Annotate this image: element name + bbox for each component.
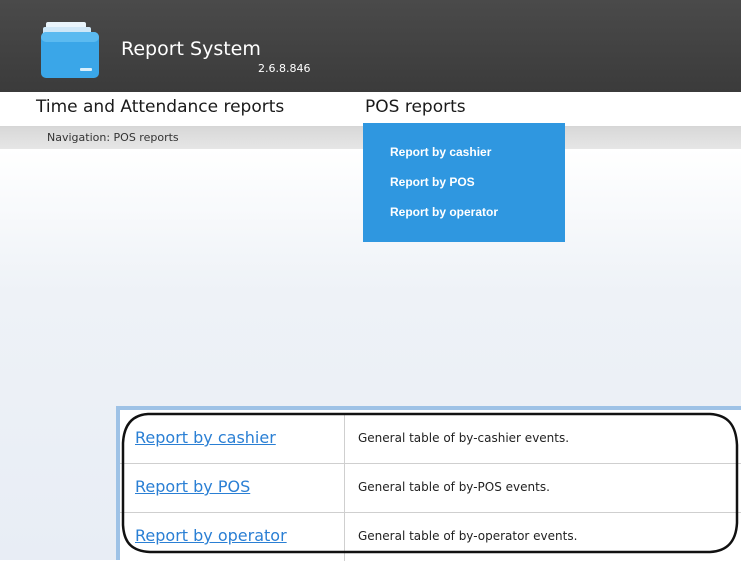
app-header: Report System 2.6.8.846 <box>0 0 741 92</box>
menu-pos-reports[interactable]: POS reports <box>365 97 466 117</box>
table-row: Report by operator General table of by-o… <box>120 513 741 561</box>
link-cell: Report by cashier <box>120 415 345 463</box>
link-report-by-operator[interactable]: Report by operator <box>135 526 287 545</box>
menu-time-attendance-reports[interactable]: Time and Attendance reports <box>36 97 284 117</box>
dropdown-report-by-pos[interactable]: Report by POS <box>390 175 475 189</box>
breadcrumb-label: Navigation: POS reports <box>47 131 179 144</box>
row-description: General table of by-operator events. <box>358 529 578 543</box>
app-title: Report System <box>121 38 261 60</box>
dropdown-report-by-cashier[interactable]: Report by cashier <box>390 145 491 159</box>
dropdown-report-by-operator[interactable]: Report by operator <box>390 205 498 219</box>
link-cell: Report by POS <box>120 464 345 512</box>
link-cell: Report by operator <box>120 513 345 561</box>
table-row: Report by cashier General table of by-ca… <box>120 415 741 464</box>
row-description: General table of by-POS events. <box>358 480 550 494</box>
report-table-frame: Report by cashier General table of by-ca… <box>116 406 741 561</box>
report-table: Report by cashier General table of by-ca… <box>120 410 741 561</box>
folder-icon <box>41 22 99 78</box>
table-row: Report by POS General table of by-POS ev… <box>120 464 741 513</box>
link-report-by-pos[interactable]: Report by POS <box>135 477 250 496</box>
app-version: 2.6.8.846 <box>258 62 311 75</box>
main-menu: Time and Attendance reports POS reports <box>0 92 741 127</box>
row-description: General table of by-cashier events. <box>358 431 570 445</box>
link-report-by-cashier[interactable]: Report by cashier <box>135 428 276 447</box>
pos-reports-dropdown: Report by cashier Report by POS Report b… <box>363 123 565 242</box>
